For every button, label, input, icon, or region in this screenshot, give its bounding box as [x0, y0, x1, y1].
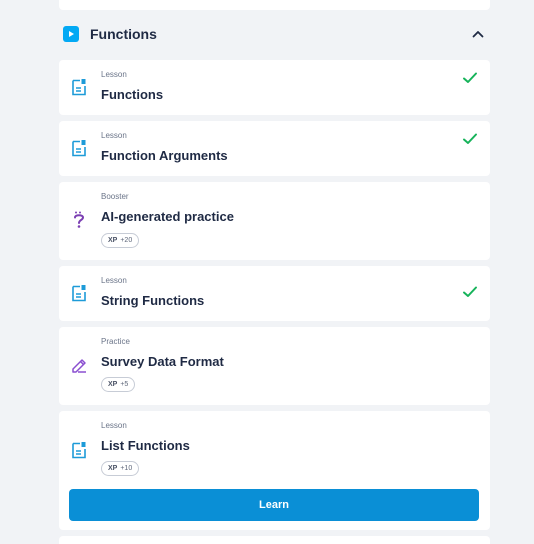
- question-mark-icon: [71, 211, 87, 229]
- xp-label: XP: [108, 465, 118, 472]
- xp-badge: XP +10: [101, 461, 140, 476]
- item-title: Function Arguments: [101, 148, 228, 163]
- item-title: Functions: [101, 87, 164, 102]
- item-title: String Functions: [101, 293, 205, 308]
- list-item-string-functions[interactable]: Lesson String Functions: [59, 266, 490, 321]
- lesson-document-icon: [71, 78, 87, 96]
- checkmark-icon: [462, 71, 478, 85]
- next-section-card: [59, 536, 490, 544]
- list-item-survey-data-format[interactable]: Practice Survey Data Format XP +5: [59, 327, 490, 405]
- item-title: Survey Data Format: [101, 354, 224, 369]
- xp-badge: XP +5: [101, 377, 136, 392]
- section-title: Functions: [90, 26, 157, 42]
- lesson-document-icon: [71, 284, 87, 302]
- item-type-label: Lesson: [101, 276, 127, 285]
- lesson-document-icon: [71, 139, 87, 157]
- xp-label: XP: [108, 237, 118, 244]
- pencil-practice-icon: [71, 356, 87, 374]
- previous-section-card: [59, 0, 490, 10]
- checkmark-icon: [462, 132, 478, 146]
- section-header[interactable]: Functions: [59, 20, 490, 48]
- checkmark-icon: [462, 285, 478, 299]
- play-icon: [63, 26, 79, 42]
- xp-value: +5: [120, 381, 129, 388]
- item-type-label: Booster: [101, 192, 129, 201]
- xp-value: +10: [120, 465, 133, 472]
- xp-value: +20: [120, 237, 133, 244]
- list-item-list-functions[interactable]: Lesson List Functions XP +10 Learn: [59, 411, 490, 530]
- chevron-up-icon[interactable]: [470, 26, 486, 42]
- list-item-function-arguments[interactable]: Lesson Function Arguments: [59, 121, 490, 176]
- list-item-ai-generated-practice[interactable]: Booster AI-generated practice XP +20: [59, 182, 490, 260]
- item-type-label: Practice: [101, 337, 130, 346]
- item-type-label: Lesson: [101, 421, 127, 430]
- list-item-functions[interactable]: Lesson Functions: [59, 60, 490, 115]
- lesson-document-icon: [71, 441, 87, 459]
- xp-label: XP: [108, 381, 118, 388]
- item-title: AI-generated practice: [101, 209, 234, 224]
- learn-button[interactable]: Learn: [69, 489, 479, 521]
- item-type-label: Lesson: [101, 131, 127, 140]
- xp-badge: XP +20: [101, 233, 140, 248]
- item-type-label: Lesson: [101, 70, 127, 79]
- item-title: List Functions: [101, 438, 190, 453]
